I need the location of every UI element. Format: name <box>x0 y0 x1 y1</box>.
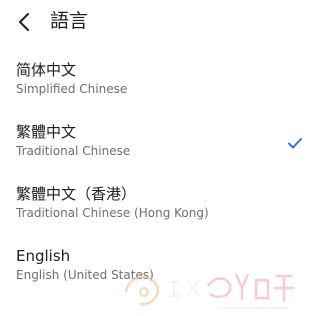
language-option-traditional-chinese-hong-kong[interactable]: 繁體中文（香港） Traditional Chinese (Hong Kong) <box>0 180 320 242</box>
language-name: 简体中文 <box>16 61 77 79</box>
language-option-simplified-chinese[interactable]: 简体中文 Simplified Chinese <box>0 56 320 118</box>
language-option-traditional-chinese[interactable]: 繁體中文 Traditional Chinese <box>0 118 320 180</box>
language-option-english[interactable]: English English (United States) <box>0 242 320 304</box>
language-settings-screen: 語言 简体中文 Simplified Chinese 繁體中文 Traditio… <box>0 0 320 316</box>
page-title: 語言 <box>50 10 89 32</box>
language-name: English <box>16 247 71 265</box>
language-name: 繁體中文 <box>16 123 77 141</box>
language-subtitle: Simplified Chinese <box>16 82 128 96</box>
language-subtitle: Traditional Chinese (Hong Kong) <box>16 206 209 220</box>
language-subtitle: Traditional Chinese <box>16 144 131 158</box>
back-button[interactable] <box>10 8 38 36</box>
top-app-bar: 語言 <box>0 0 320 44</box>
checkmark-icon <box>288 138 302 149</box>
language-list: 简体中文 Simplified Chinese 繁體中文 Traditional… <box>0 56 320 304</box>
language-subtitle: English (United States) <box>16 268 154 282</box>
language-name: 繁體中文（香港） <box>16 185 137 203</box>
chevron-left-icon <box>19 13 29 31</box>
